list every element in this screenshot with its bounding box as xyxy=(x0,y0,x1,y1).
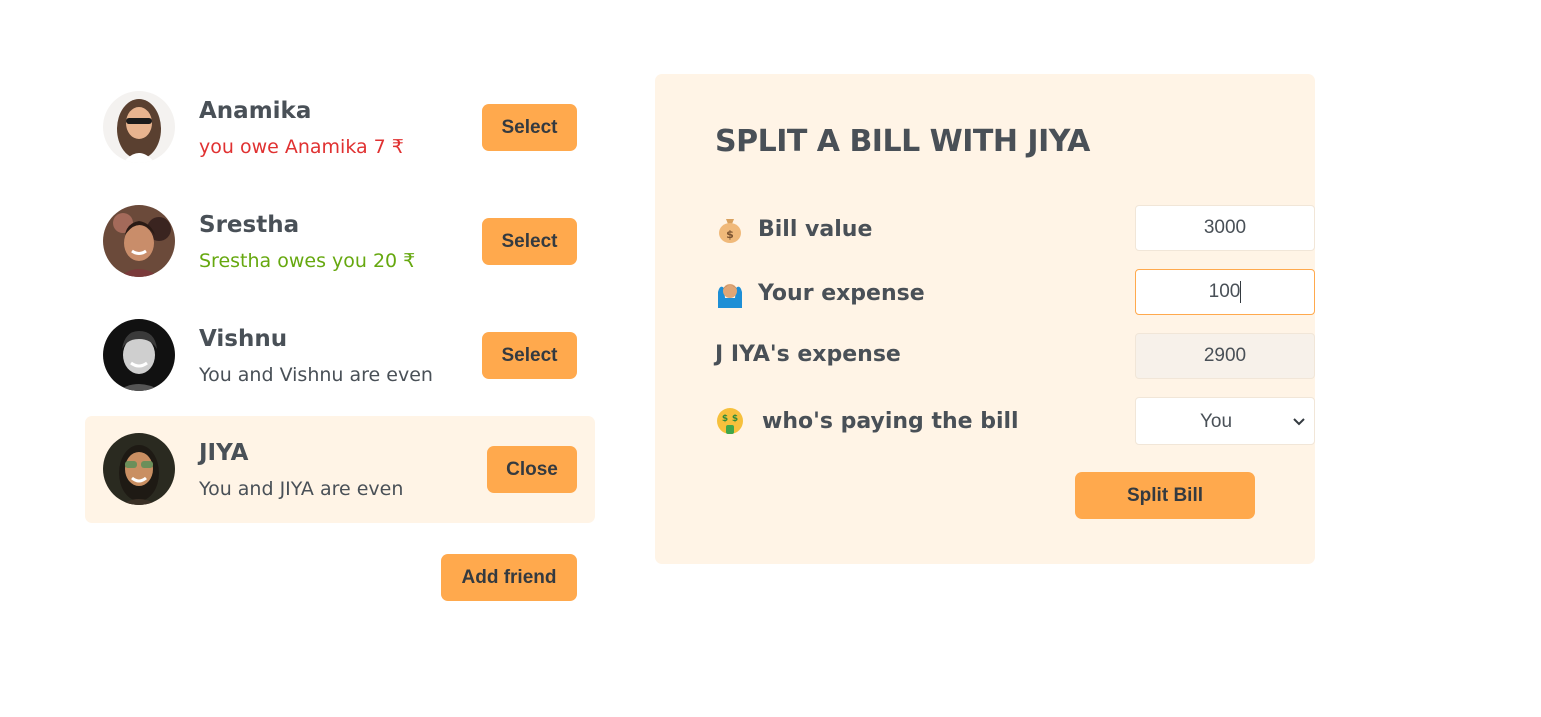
friend-avatar xyxy=(103,319,175,391)
bill-value-label: $ Bill value xyxy=(715,214,872,244)
svg-text:$: $ xyxy=(726,228,734,241)
bill-value-row: $ Bill value xyxy=(715,205,1315,251)
payer-select-value: You xyxy=(1199,411,1233,432)
person-raising-hands-icon xyxy=(715,278,745,308)
friend-name: Srestha xyxy=(199,212,300,238)
friend-name: Anamika xyxy=(199,98,312,124)
bill-value-input[interactable] xyxy=(1135,205,1315,251)
chevron-down-icon xyxy=(1292,413,1306,435)
select-friend-button[interactable]: Select xyxy=(482,104,577,151)
add-friend-button[interactable]: Add friend xyxy=(441,554,577,601)
friend-expense-label: J IYA's expense xyxy=(715,342,901,367)
friend-item-anamika: Anamika you owe Anamika 7 ₹ Select xyxy=(85,74,595,181)
friend-name: Vishnu xyxy=(199,326,288,352)
svg-text:$: $ xyxy=(732,414,738,424)
text-caret xyxy=(1240,280,1242,303)
split-bill-form: SPLIT A BILL WITH JIYA $ Bill value 3000… xyxy=(655,74,1315,564)
friend-balance-status: You and JIYA are even xyxy=(199,478,404,500)
friend-item-vishnu: Vishnu You and Vishnu are even Select xyxy=(85,302,595,409)
friend-balance-status: you owe Anamika 7 ₹ xyxy=(199,136,404,158)
friend-expense-input xyxy=(1135,333,1315,379)
select-friend-button[interactable]: Select xyxy=(482,332,577,379)
eat-n-split-app: Anamika you owe Anamika 7 ₹ Select Srest… xyxy=(0,0,1541,717)
payer-label: $ $ who's paying the bill xyxy=(715,406,1019,436)
friend-avatar xyxy=(103,433,175,505)
split-form-title: SPLIT A BILL WITH JIYA xyxy=(715,124,1090,159)
friend-expense-row: J IYA's expense xyxy=(715,333,1315,379)
friend-item-srestha: Srestha Srestha owes you 20 ₹ Select xyxy=(85,188,595,295)
svg-text:$: $ xyxy=(722,414,728,424)
payer-row: $ $ who's paying the bill You xyxy=(715,397,1315,445)
friend-name: JIYA xyxy=(199,440,249,466)
friend-avatar xyxy=(103,91,175,163)
payer-select[interactable]: You xyxy=(1135,397,1315,445)
friend-balance-status: You and Vishnu are even xyxy=(199,364,433,386)
select-friend-button[interactable]: Select xyxy=(482,218,577,265)
your-expense-input[interactable]: 100 xyxy=(1135,269,1315,315)
split-bill-button[interactable]: Split Bill xyxy=(1075,472,1255,519)
your-expense-row: Your expense 100 xyxy=(715,269,1315,315)
money-bag-icon: $ xyxy=(715,214,745,244)
friend-balance-status: Srestha owes you 20 ₹ xyxy=(199,250,416,272)
money-mouth-face-icon: $ $ xyxy=(715,406,745,436)
friend-item-jiya: JIYA You and JIYA are even Close xyxy=(85,416,595,523)
friends-sidebar: Anamika you owe Anamika 7 ₹ Select Srest… xyxy=(85,74,595,601)
your-expense-label: Your expense xyxy=(715,278,925,308)
close-friend-button[interactable]: Close xyxy=(487,446,577,493)
friend-avatar xyxy=(103,205,175,277)
